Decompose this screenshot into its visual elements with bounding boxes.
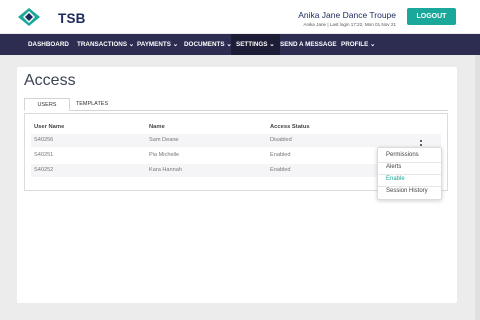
column-header-name[interactable]: Name [149,124,165,130]
menu-divider [378,186,441,187]
nav-transactions[interactable]: TRANSACTIONS ⌄ [77,34,134,55]
nav-documents[interactable]: DOCUMENTS ⌄ [184,34,232,55]
table-row[interactable]: S40256 Sam Deane Disabled [31,134,441,147]
cell-access-status: Disabled [270,137,292,143]
main-navigation: DASHBOARD TRANSACTIONS ⌄ PAYMENTS ⌄ DOCU… [0,34,480,55]
nav-dashboard[interactable]: DASHBOARD [28,34,69,55]
cell-name: Pia Michelle [149,152,180,158]
tab-users[interactable]: USERS [24,98,70,111]
cell-user-name: S40251 [34,152,54,158]
cell-name: Sam Deane [149,137,179,143]
cell-user-name: S40252 [34,167,54,173]
nav-send-a-message[interactable]: SEND A MESSAGE [280,34,337,55]
cell-name: Kara Hannah [149,167,182,173]
tsb-logo[interactable]: TSB [17,7,85,27]
logout-button[interactable]: LOGOUT [407,8,456,25]
menu-divider [378,174,441,175]
tab-bar: USERS TEMPLATES [24,98,448,111]
column-header-access-status[interactable]: Access Status [270,124,310,130]
page-title: Access [24,72,76,89]
nav-payments[interactable]: PAYMENTS ⌄ [137,34,178,55]
page-scrollbar[interactable] [475,55,480,320]
nav-settings[interactable]: SETTINGS ⌄ [231,34,280,55]
tab-templates[interactable]: TEMPLATES [72,98,112,110]
menu-item-permissions[interactable]: Permissions [386,152,419,158]
cell-access-status: Enabled [270,167,291,173]
cell-user-name: S40256 [34,137,54,143]
tsb-logo-icon [18,8,40,26]
menu-item-enable[interactable]: Enable [386,176,405,182]
brand-name: TSB [58,11,86,26]
menu-item-session-history[interactable]: Session History [386,188,428,194]
column-header-user-name[interactable]: User Name [34,124,64,130]
row-actions-menu: Permissions Alerts Enable Session Histor… [377,147,442,200]
menu-item-alerts[interactable]: Alerts [386,164,401,170]
last-login-info: Anika Jane | Last login 17:22, Mon 01 No… [303,22,396,27]
nav-profile[interactable]: PROFILE ⌄ [341,34,375,55]
organisation-name: Anika Jane Dance Troupe [298,10,396,20]
menu-divider [378,162,441,163]
cell-access-status: Enabled [270,152,291,158]
top-header: TSB Anika Jane Dance Troupe Anika Jane |… [0,0,480,33]
